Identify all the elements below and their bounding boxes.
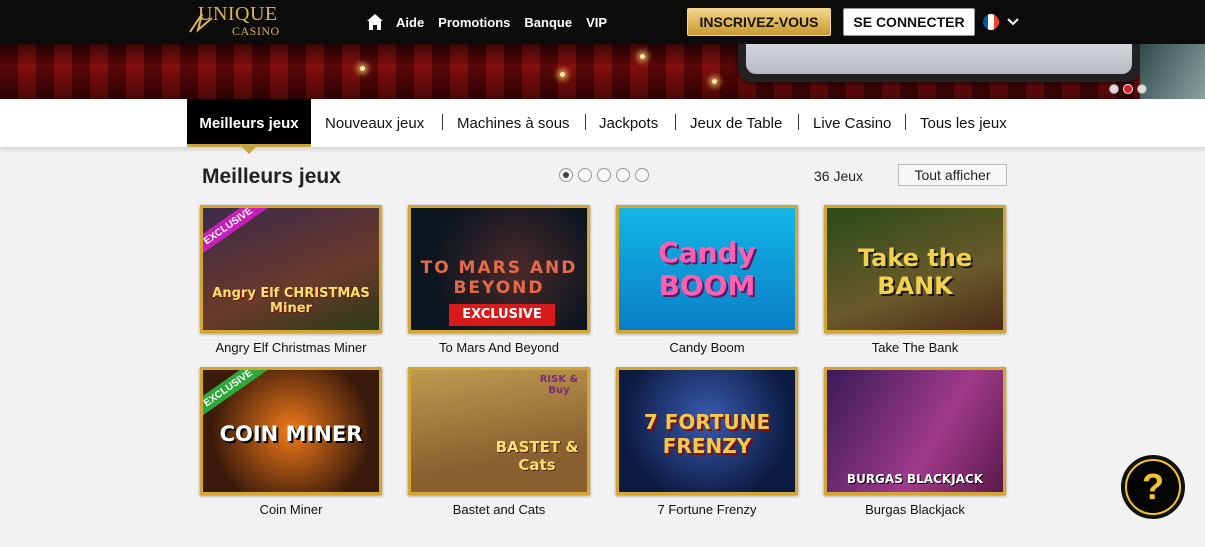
game-name-label[interactable]: Bastet and Cats xyxy=(408,502,590,517)
pager-dot-2[interactable] xyxy=(578,168,592,182)
pager-dot-4[interactable] xyxy=(616,168,630,182)
help-button[interactable]: ? xyxy=(1121,455,1185,519)
tab-separator xyxy=(442,114,443,130)
nav-link-vip[interactable]: VIP xyxy=(586,15,607,30)
game-tile-candy-boom[interactable]: Candy BOOM xyxy=(616,205,798,333)
login-button[interactable]: SE CONNECTER xyxy=(843,8,975,36)
language-selector[interactable] xyxy=(983,13,1023,31)
show-all-button[interactable]: Tout afficher xyxy=(898,164,1007,186)
game-name-label[interactable]: Candy Boom xyxy=(616,340,798,355)
sparkle-icon xyxy=(712,79,717,84)
banner-slide-dots xyxy=(1109,84,1147,94)
tab-machines-a-sous[interactable]: Machines à sous xyxy=(457,99,570,147)
exclusive-badge: EXCLUSIVE xyxy=(449,304,555,326)
game-tile-bastet-and-cats[interactable]: RISK & Buy BASTET & Cats xyxy=(408,367,590,495)
tab-separator xyxy=(675,114,676,130)
game-count: 36 Jeux xyxy=(814,168,864,184)
slide-dot-1[interactable] xyxy=(1109,84,1119,94)
games-pager xyxy=(559,168,649,182)
tab-label: Meilleurs jeux xyxy=(199,114,299,132)
game-tile-to-mars-and-beyond[interactable]: TO MARS AND BEYOND EXCLUSIVE xyxy=(408,205,590,333)
game-art-title: Candy BOOM xyxy=(658,236,756,302)
tab-separator xyxy=(798,114,799,130)
nav-link-banque[interactable]: Banque xyxy=(524,15,572,30)
game-art-title: BASTET & Cats xyxy=(495,438,579,474)
banner-tablet-image xyxy=(738,44,1140,82)
pager-dot-3[interactable] xyxy=(597,168,611,182)
tab-separator xyxy=(585,114,586,130)
risk-buy-badge: RISK & Buy xyxy=(539,374,579,396)
exclusive-badge: EXCLUSIVE xyxy=(203,208,270,259)
game-art-title: COIN MINER xyxy=(219,422,363,446)
game-art-title: 7 FORTUNE FRENZY xyxy=(643,410,771,458)
tab-jeux-de-table[interactable]: Jeux de Table xyxy=(690,99,782,147)
tab-separator xyxy=(905,114,906,130)
game-name-label[interactable]: Coin Miner xyxy=(200,502,382,517)
sparkle-icon xyxy=(560,72,565,77)
game-name-label[interactable]: Angry Elf Christmas Miner xyxy=(200,340,382,355)
game-art-title: BURGAS BLACKJACK xyxy=(846,472,984,486)
game-name-label[interactable]: Take The Bank xyxy=(824,340,1006,355)
section-title: Meilleurs jeux xyxy=(202,165,341,188)
top-navigation-bar: UNIQUE CASINO Aide Promotions Banque VIP… xyxy=(0,0,1205,44)
game-tile-coin-miner[interactable]: EXCLUSIVE COIN MINER xyxy=(200,367,382,495)
logo-main-text: UNIQUE xyxy=(198,3,278,25)
game-tile-angry-elf-christmas-miner[interactable]: EXCLUSIVE Angry Elf CHRISTMAS Miner xyxy=(200,205,382,333)
game-tile-7-fortune-frenzy[interactable]: 7 FORTUNE FRENZY xyxy=(616,367,798,495)
tab-meilleurs-jeux[interactable]: Meilleurs jeux xyxy=(187,99,311,154)
game-art-title: Angry Elf CHRISTMAS Miner xyxy=(212,286,370,316)
pager-dot-1[interactable] xyxy=(559,168,573,182)
sparkle-icon xyxy=(640,54,645,59)
france-flag-icon xyxy=(983,14,999,30)
pager-dot-5[interactable] xyxy=(635,168,649,182)
tab-nouveaux-jeux[interactable]: Nouveaux jeux xyxy=(325,99,424,147)
active-tab-notch xyxy=(242,147,256,154)
game-art-title: TO MARS AND BEYOND xyxy=(420,258,578,298)
main-nav: Aide Promotions Banque VIP xyxy=(366,0,621,44)
tab-tous-les-jeux[interactable]: Tous les jeux xyxy=(920,99,1007,147)
logo-sub-text: CASINO xyxy=(232,24,280,38)
register-button[interactable]: INSCRIVEZ-VOUS xyxy=(687,8,831,36)
game-name-label[interactable]: 7 Fortune Frenzy xyxy=(616,502,798,517)
game-tile-take-the-bank[interactable]: Take the BANK xyxy=(824,205,1006,333)
promo-banner[interactable] xyxy=(0,44,1205,99)
home-icon[interactable] xyxy=(366,13,384,31)
tab-live-casino[interactable]: Live Casino xyxy=(813,99,891,147)
slide-dot-2[interactable] xyxy=(1123,84,1133,94)
question-mark-icon: ? xyxy=(1127,461,1179,513)
game-name-label[interactable]: To Mars And Beyond xyxy=(408,340,590,355)
game-art-title: Take the BANK xyxy=(857,244,973,300)
exclusive-badge: EXCLUSIVE xyxy=(203,370,270,421)
banner-scene-image xyxy=(1140,44,1205,99)
game-tile-burgas-blackjack[interactable]: BURGAS BLACKJACK xyxy=(824,367,1006,495)
chevron-down-icon xyxy=(1007,18,1019,26)
nav-link-aide[interactable]: Aide xyxy=(396,15,424,30)
unique-casino-logo[interactable]: UNIQUE CASINO xyxy=(186,2,306,42)
tab-jackpots[interactable]: Jackpots xyxy=(599,99,658,147)
sparkle-icon xyxy=(360,66,365,71)
game-name-label[interactable]: Burgas Blackjack xyxy=(824,502,1006,517)
nav-link-promotions[interactable]: Promotions xyxy=(438,15,510,30)
slide-dot-3[interactable] xyxy=(1137,84,1147,94)
